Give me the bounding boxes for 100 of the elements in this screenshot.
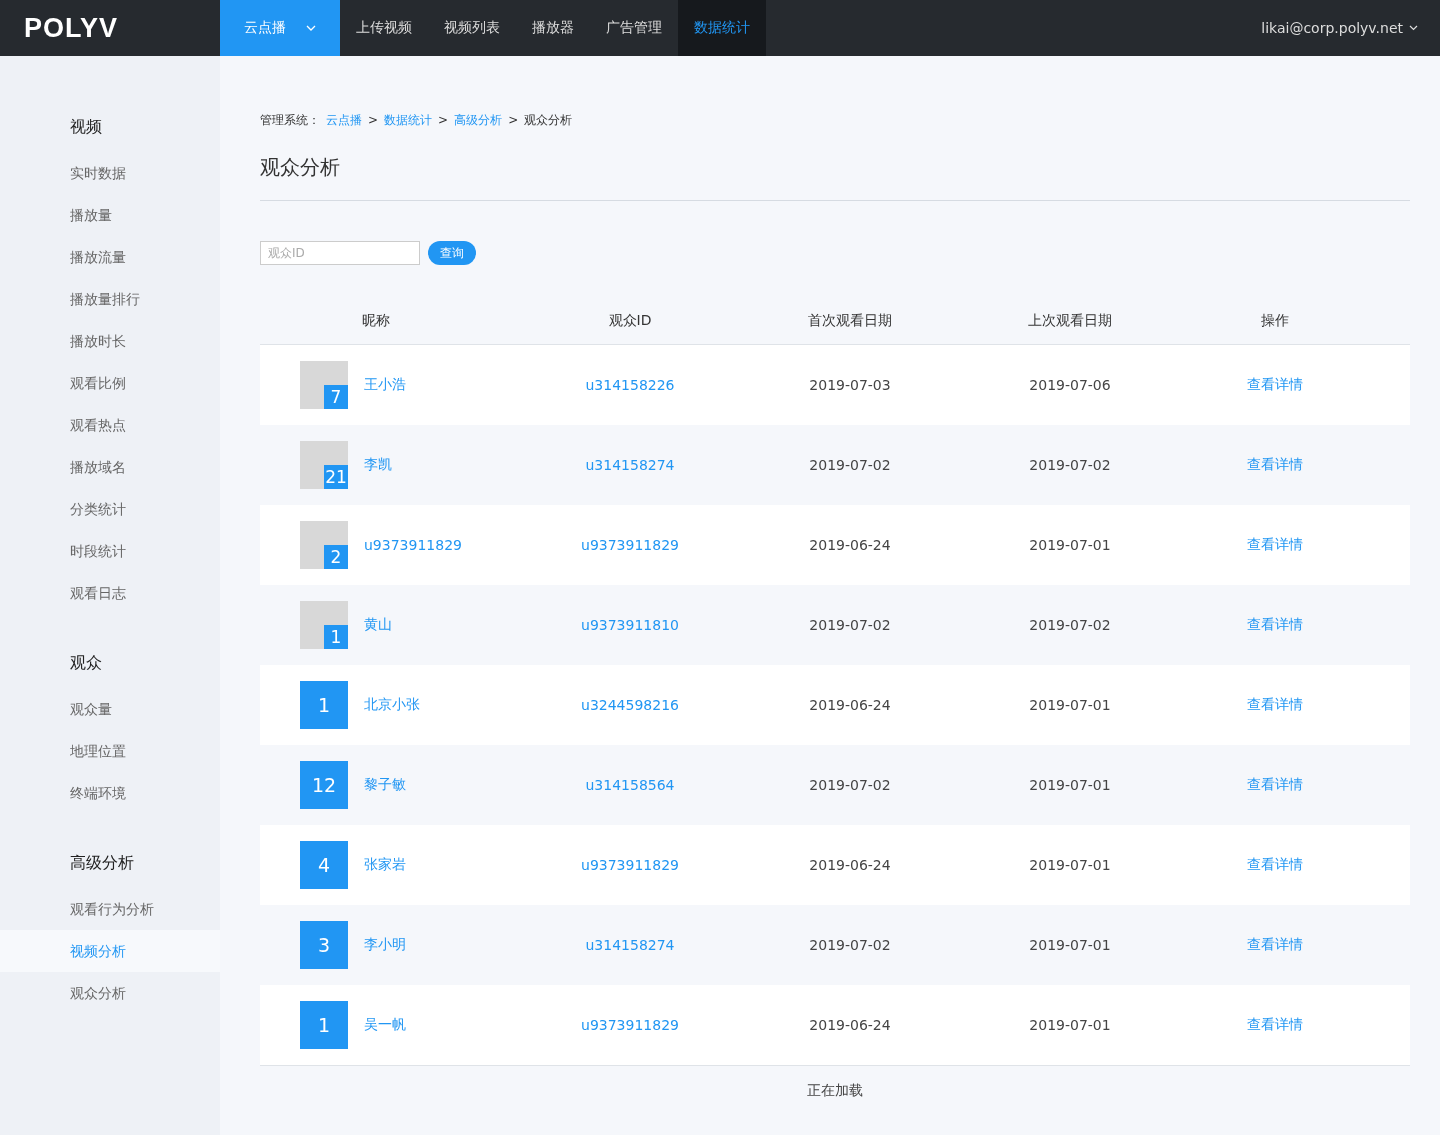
table-cell: 2019-07-03 (809, 377, 891, 393)
viewer-id-link[interactable]: u314158226 (585, 377, 675, 393)
viewer-id-link[interactable]: u9373911829 (581, 537, 679, 553)
count-badge: 1 (324, 625, 348, 649)
breadcrumb-current: 观众分析 (524, 111, 573, 129)
column-header: 昵称 (361, 310, 391, 330)
nav-tab[interactable]: 广告管理 (590, 0, 678, 56)
breadcrumb-separator: > (368, 113, 379, 127)
table-cell: 2019-07-01 (1029, 857, 1111, 873)
view-details-link[interactable]: 查看详情 (1247, 376, 1303, 394)
breadcrumb-link[interactable]: 数据统计 (384, 111, 433, 129)
breadcrumb-label: 管理系统： (260, 111, 320, 129)
table-cell: 2019-06-24 (809, 697, 891, 713)
nickname-link[interactable]: u9373911829 (364, 537, 462, 553)
table-cell: 2019-06-24 (809, 1017, 891, 1033)
sidebar-item[interactable]: 观看比例 (0, 362, 220, 404)
search-field[interactable]: 观众ID (260, 241, 420, 265)
sidebar-item[interactable]: 观看行为分析 (0, 888, 220, 930)
table-cell: 2019-07-02 (1029, 617, 1111, 633)
page-title: 观众分析 (260, 154, 341, 181)
view-details-link[interactable]: 查看详情 (1247, 776, 1303, 794)
loading-text: 正在加载 (807, 1082, 863, 1100)
viewer-id-link[interactable]: u3244598216 (581, 697, 679, 713)
sidebar-item[interactable]: 观众分析 (0, 972, 220, 1014)
view-details-link[interactable]: 查看详情 (1247, 456, 1303, 474)
count-badge: 3 (300, 921, 348, 969)
nav-tab[interactable]: 数据统计 (678, 0, 766, 56)
breadcrumb-link[interactable]: 高级分析 (454, 111, 503, 129)
sidebar-item[interactable]: 实时数据 (0, 152, 220, 194)
sidebar-item[interactable]: 观看热点 (0, 404, 220, 446)
nickname-link[interactable]: 黎子敏 (364, 776, 406, 794)
nickname-link[interactable]: 黄山 (364, 616, 392, 634)
nickname-link[interactable]: 李凯 (364, 456, 392, 474)
table-cell: 2019-07-01 (1029, 777, 1111, 793)
search-button[interactable]: 查询 (428, 241, 476, 265)
table-cell: 2019-07-06 (1029, 377, 1111, 393)
table-cell: 2019-07-02 (809, 777, 891, 793)
nav-tab[interactable]: 播放器 (516, 0, 590, 56)
nickname-link[interactable]: 张家岩 (364, 856, 406, 874)
table-cell: 2019-06-24 (809, 857, 891, 873)
nav-tab[interactable]: 视频列表 (428, 0, 516, 56)
count-badge: 1 (300, 1001, 348, 1049)
table-cell: 2019-07-01 (1029, 1017, 1111, 1033)
view-details-link[interactable]: 查看详情 (1247, 856, 1303, 874)
sidebar-item[interactable]: 播放流量 (0, 236, 220, 278)
count-badge: 1 (300, 681, 348, 729)
count-badge: 4 (300, 841, 348, 889)
table-cell: 2019-07-02 (809, 617, 891, 633)
column-header: 上次观看日期 (1027, 310, 1113, 330)
view-details-link[interactable]: 查看详情 (1247, 536, 1303, 554)
table-cell: 2019-07-01 (1029, 697, 1111, 713)
viewer-id-link[interactable]: u314158274 (585, 457, 675, 473)
column-header: 操作 (1260, 310, 1290, 330)
column-header: 首次观看日期 (807, 310, 893, 330)
sidebar-item[interactable]: 地理位置 (0, 730, 220, 772)
sidebar-group-title: 视频 (69, 116, 103, 138)
viewer-id-link[interactable]: u314158564 (585, 777, 675, 793)
sidebar-item[interactable]: 时段统计 (0, 530, 220, 572)
account-menu[interactable]: likai@corp.polyv.net (1261, 0, 1440, 56)
sidebar-item[interactable]: 视频分析 (0, 930, 220, 972)
nickname-link[interactable]: 李小明 (364, 936, 406, 954)
count-badge: 7 (324, 385, 348, 409)
view-details-link[interactable]: 查看详情 (1247, 616, 1303, 634)
chevron-down-icon (306, 25, 316, 31)
viewer-id-link[interactable]: u9373911829 (581, 857, 679, 873)
nav-tab[interactable]: 上传视频 (340, 0, 428, 56)
count-badge: 2 (324, 545, 348, 569)
view-details-link[interactable]: 查看详情 (1247, 696, 1303, 714)
count-badge: 21 (324, 465, 348, 489)
logo[interactable]: POLYV (0, 0, 220, 56)
nickname-link[interactable]: 吴一帆 (364, 1016, 406, 1034)
viewer-id-link[interactable]: u9373911829 (581, 1017, 679, 1033)
nickname-link[interactable]: 王小浩 (364, 376, 406, 394)
table-cell: 2019-07-02 (809, 457, 891, 473)
sidebar-item[interactable]: 观众量 (0, 688, 220, 730)
product-menu[interactable]: 云点播 (220, 0, 340, 56)
count-badge: 12 (300, 761, 348, 809)
table-cell: 2019-07-02 (809, 937, 891, 953)
viewer-id-link[interactable]: u9373911810 (581, 617, 679, 633)
viewer-id-link[interactable]: u314158274 (585, 937, 675, 953)
breadcrumb-separator: > (508, 113, 519, 127)
view-details-link[interactable]: 查看详情 (1247, 1016, 1303, 1034)
sidebar-item[interactable]: 播放量 (0, 194, 220, 236)
table-cell: 2019-06-24 (809, 537, 891, 553)
sidebar-item[interactable]: 播放域名 (0, 446, 220, 488)
sidebar-group-title: 观众 (69, 652, 103, 674)
column-header: 观众ID (607, 310, 653, 330)
view-details-link[interactable]: 查看详情 (1247, 936, 1303, 954)
sidebar-item[interactable]: 分类统计 (0, 488, 220, 530)
breadcrumb-separator: > (438, 113, 449, 127)
sidebar-item[interactable]: 播放时长 (0, 320, 220, 362)
table-cell: 2019-07-01 (1029, 937, 1111, 953)
sidebar-item[interactable]: 观看日志 (0, 572, 220, 614)
table-cell: 2019-07-01 (1029, 537, 1111, 553)
nickname-link[interactable]: 北京小张 (364, 696, 420, 714)
sidebar-group-title: 高级分析 (69, 852, 135, 874)
sidebar-item[interactable]: 播放量排行 (0, 278, 220, 320)
breadcrumb-link[interactable]: 云点播 (326, 111, 362, 129)
chevron-down-icon (1409, 25, 1418, 31)
sidebar-item[interactable]: 终端环境 (0, 772, 220, 814)
